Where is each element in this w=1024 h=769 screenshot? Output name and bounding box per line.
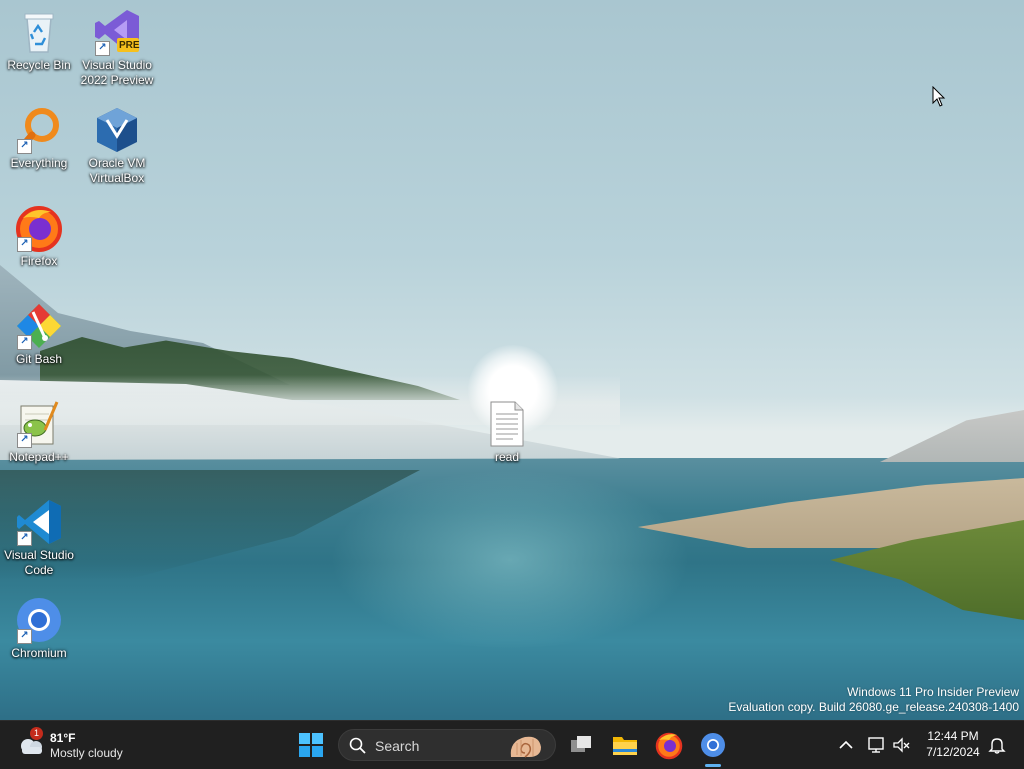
preview-badge: PRE (119, 40, 140, 51)
desktop-icon-git-bash[interactable]: ↗ Git Bash (0, 302, 78, 367)
taskbar-file-explorer[interactable] (609, 729, 641, 761)
windows-watermark: Windows 11 Pro Insider Preview Evaluatio… (728, 685, 1019, 715)
desktop-icon-label: Oracle VM VirtualBox (88, 156, 146, 185)
clock-date: 7/12/2024 (926, 745, 980, 759)
windows-logo-icon (299, 733, 323, 757)
chevron-up-icon (839, 740, 853, 749)
notifications-button[interactable] (987, 735, 1007, 755)
watermark-edition: Windows 11 Pro Insider Preview (847, 685, 1019, 699)
visual-studio-preview-icon: PRE ↗ (93, 8, 141, 56)
chromium-icon (701, 733, 725, 757)
shortcut-arrow-icon: ↗ (17, 139, 32, 154)
search-icon (349, 737, 367, 760)
desktop-icon-chromium[interactable]: ↗ Chromium (0, 596, 78, 661)
shortcut-arrow-icon: ↗ (17, 433, 32, 448)
mouse-cursor-icon (932, 85, 946, 113)
vscode-icon: ↗ (15, 498, 63, 546)
volume-muted-icon (893, 737, 910, 753)
text-file-icon (483, 400, 531, 448)
recycle-bin-icon (15, 8, 63, 56)
desktop-icon-recycle-bin[interactable]: Recycle Bin (0, 8, 78, 73)
weather-condition: Mostly cloudy (50, 746, 123, 760)
task-view-icon (571, 736, 591, 752)
wallpaper-hill (880, 410, 1024, 462)
taskbar-chromium[interactable] (697, 729, 729, 767)
weather-alert-badge: 1 (30, 727, 43, 740)
desktop-icon-label: Recycle Bin (7, 58, 71, 72)
network-icon (868, 737, 884, 753)
taskbar-task-view[interactable] (565, 729, 597, 761)
firefox-icon: ↗ (15, 204, 63, 252)
desktop-icon-label: Notepad++ (9, 450, 69, 464)
tray-network[interactable] (866, 735, 886, 755)
wallpaper-lake-glare (330, 470, 690, 650)
taskbar-search-box[interactable] (338, 729, 556, 761)
taskbar: 1 81°F Mostly cloudy Search 12:44 PM 7/1… (0, 720, 1024, 769)
desktop-icon-label: read (494, 450, 520, 464)
everything-search-icon: ↗ (15, 106, 63, 154)
weather-temperature: 81°F (50, 731, 76, 745)
show-hidden-icons-button[interactable] (836, 735, 856, 755)
chromium-icon: ↗ (15, 596, 63, 644)
desktop-icon-firefox[interactable]: ↗ Firefox (0, 204, 78, 269)
shortcut-arrow-icon: ↗ (17, 335, 32, 350)
desktop-icon-label: Visual Studio Code (4, 548, 74, 577)
desktop-icon-notepad-plus-plus[interactable]: ↗ Notepad++ (0, 400, 78, 465)
nautilus-shell-search-highlight-icon (507, 733, 545, 764)
desktop-icon-read[interactable]: read (468, 400, 546, 465)
taskbar-firefox[interactable] (653, 729, 685, 761)
desktop-icon-vscode[interactable]: ↗ Visual Studio Code (0, 498, 78, 578)
shortcut-arrow-icon: ↗ (17, 237, 32, 252)
desktop-icon-label: Visual Studio 2022 Preview (80, 58, 154, 87)
start-button[interactable] (299, 733, 323, 757)
clock-time: 12:44 PM (927, 729, 979, 743)
shortcut-arrow-icon: ↗ (95, 41, 110, 56)
desktop-icon-visual-studio-preview[interactable]: PRE ↗ Visual Studio 2022 Preview (78, 8, 156, 88)
search-input[interactable] (373, 736, 497, 756)
virtualbox-icon (93, 106, 141, 154)
firefox-icon (655, 732, 683, 760)
taskbar-clock[interactable]: 12:44 PM 7/12/2024 (918, 728, 988, 760)
desktop-icon-label: Everything (10, 156, 68, 170)
shortcut-arrow-icon: ↗ (17, 531, 32, 546)
desktop-icon-virtualbox[interactable]: Oracle VM VirtualBox (78, 106, 156, 186)
git-bash-icon: ↗ (15, 302, 63, 350)
desktop[interactable]: Recycle Bin PRE ↗ Visual Studio 2022 Pre… (0, 0, 1024, 720)
notepad-plus-plus-icon: ↗ (15, 400, 63, 448)
desktop-icon-label: Firefox (20, 254, 58, 268)
weather-widget[interactable]: 1 81°F Mostly cloudy (16, 727, 166, 763)
desktop-icon-label: Git Bash (15, 352, 63, 366)
shortcut-arrow-icon: ↗ (17, 629, 32, 644)
desktop-icon-label: Chromium (11, 646, 67, 660)
bell-icon (988, 738, 1006, 754)
watermark-build: Evaluation copy. Build 26080.ge_release.… (728, 700, 1019, 714)
desktop-icon-everything[interactable]: ↗ Everything (0, 106, 78, 171)
tray-volume[interactable] (892, 735, 912, 755)
file-explorer-icon (613, 737, 637, 755)
